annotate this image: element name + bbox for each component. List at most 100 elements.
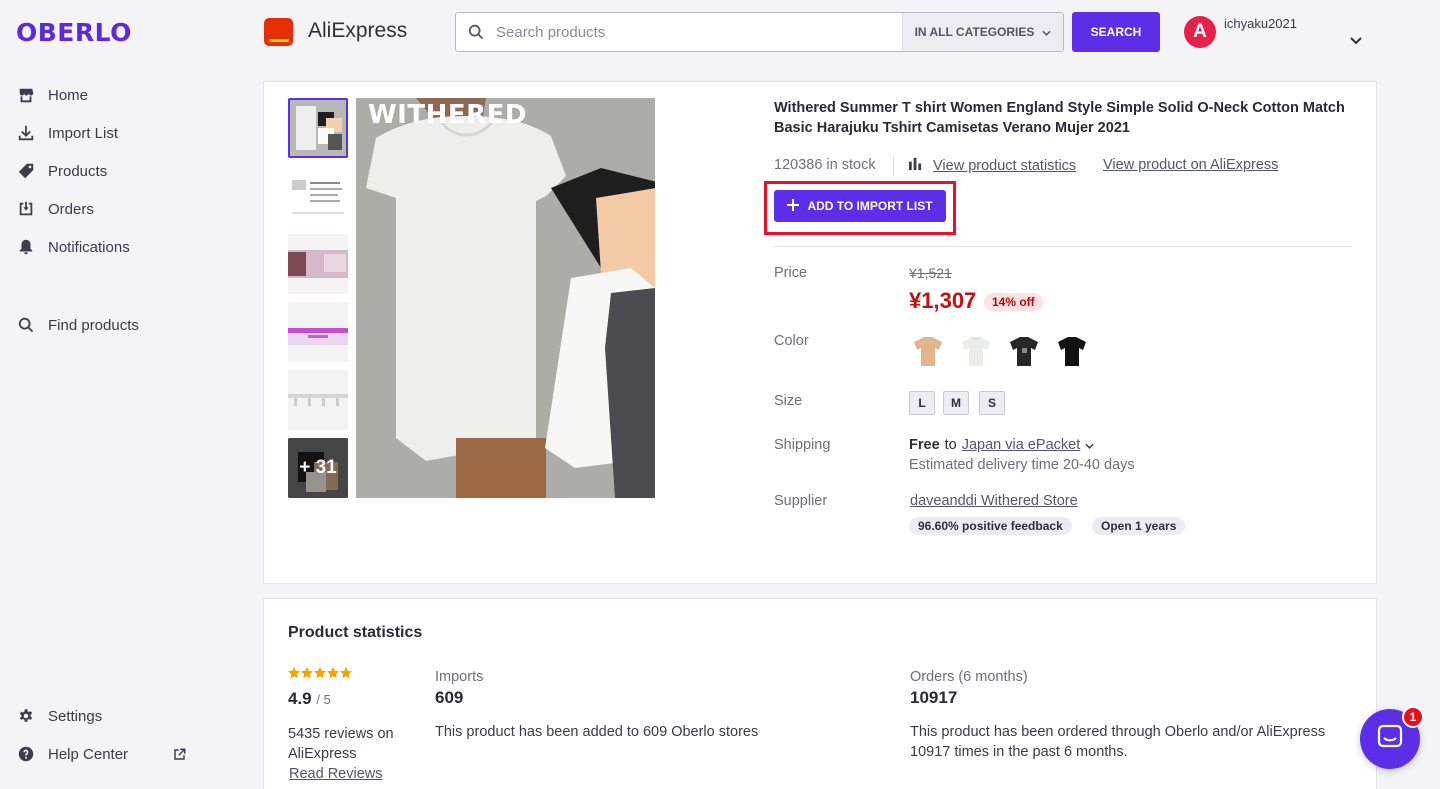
shipping-method-select[interactable]: Japan via ePacket (962, 437, 1081, 453)
original-price: ¥1,521 (909, 265, 952, 281)
orders-description: This product has been ordered through Ob… (910, 724, 1326, 760)
marketplace-name: AliExpress (308, 19, 408, 42)
sidebar-item-notifications[interactable]: Notifications (16, 235, 130, 259)
gear-icon (16, 706, 36, 726)
shipping-free: Free (909, 437, 940, 453)
sidebar-item-label: Products (48, 162, 108, 180)
read-reviews-link[interactable]: Read Reviews (289, 766, 383, 782)
oberlo-logo[interactable]: OBERLO (16, 20, 132, 45)
orders-label: Orders (6 months) (910, 669, 1028, 685)
chevron-down-icon[interactable] (1350, 32, 1362, 50)
sidebar: OBERLO Home Import List Products Orders … (0, 0, 240, 789)
bar-chart-icon (908, 156, 923, 175)
product-thumbnail[interactable] (288, 370, 348, 430)
star-icon (288, 667, 300, 679)
view-statistics-link[interactable]: View product statistics (908, 156, 1076, 175)
more-images-count: + 31 (299, 457, 337, 478)
view-on-aliexpress-link[interactable]: View product on AliExpress (1103, 157, 1278, 173)
more-images-thumbnail[interactable]: + 31 (288, 438, 348, 498)
price-label: Price (774, 265, 808, 281)
product-thumbnail[interactable] (288, 302, 348, 362)
sidebar-item-products[interactable]: Products (16, 159, 107, 183)
size-option-s[interactable]: S (979, 391, 1005, 415)
sale-price: ¥1,307 (909, 288, 977, 313)
sidebar-item-home[interactable]: Home (16, 83, 88, 107)
view-statistics-text[interactable]: View product statistics (933, 158, 1076, 174)
image-watermark: WITHERED (368, 100, 527, 130)
chevron-down-icon (1042, 25, 1051, 39)
bell-icon (16, 237, 36, 257)
orders-value: 10917 (910, 688, 958, 707)
feedback-badge: 96.60% positive feedback (909, 517, 1072, 535)
star-icon (301, 667, 313, 679)
tag-icon (16, 161, 36, 181)
plus-icon (787, 198, 800, 214)
color-swatch-white[interactable] (956, 330, 996, 370)
size-option-l[interactable]: L (909, 391, 935, 415)
download-icon (16, 123, 36, 143)
supplier-link[interactable]: daveanddi Withered Store (910, 493, 1078, 509)
search-icon (456, 13, 496, 51)
star-icon (314, 667, 326, 679)
discount-badge: 14% off (984, 293, 1043, 311)
review-count: 5435 reviews on AliExpress (288, 726, 394, 762)
search-icon (16, 315, 36, 335)
star-rating (288, 667, 352, 679)
delivery-estimate: Estimated delivery time 20-40 days (909, 457, 1135, 473)
divider (774, 246, 1352, 247)
shipping-label: Shipping (774, 437, 831, 453)
sidebar-item-settings[interactable]: Settings (16, 704, 102, 728)
product-thumbnail[interactable] (288, 166, 348, 226)
star-icon (340, 667, 352, 679)
product-title: Withered Summer T shirt Women England St… (774, 100, 1345, 136)
color-swatch-beige[interactable] (908, 330, 948, 370)
sidebar-item-label: Notifications (48, 238, 130, 256)
category-select-value: IN ALL CATEGORIES (914, 25, 1035, 39)
rating-value: 4.9 / 5 (288, 689, 331, 709)
search-bar: IN ALL CATEGORIES (455, 12, 1064, 52)
add-button-label: ADD TO IMPORT LIST (807, 199, 933, 213)
sidebar-item-orders[interactable]: Orders (16, 197, 94, 221)
sidebar-item-label: Settings (48, 707, 103, 725)
search-button[interactable]: SEARCH (1072, 12, 1160, 52)
color-swatch-black-print[interactable] (1004, 330, 1044, 370)
username[interactable]: ichyaku2021 (1224, 16, 1297, 31)
search-input[interactable] (496, 13, 902, 51)
avatar[interactable]: A (1184, 16, 1216, 48)
statistics-title: Product statistics (288, 624, 423, 641)
product-thumbnail[interactable] (288, 234, 348, 294)
help-icon (16, 744, 36, 764)
sidebar-item-help-center[interactable]: Help Center (16, 742, 187, 766)
product-thumbnail[interactable] (288, 98, 348, 158)
notification-badge: 1 (1402, 706, 1424, 728)
star-icon (327, 667, 339, 679)
stock-count: 120386 in stock (774, 157, 876, 173)
shipping-to: to (944, 437, 957, 453)
store-age-badge: Open 1 years (1092, 517, 1186, 535)
color-swatch-black[interactable] (1052, 330, 1092, 370)
sidebar-item-find-products[interactable]: Find products (16, 313, 139, 337)
category-select[interactable]: IN ALL CATEGORIES (902, 13, 1063, 51)
chevron-down-icon[interactable] (1085, 437, 1094, 453)
imports-label: Imports (435, 669, 484, 685)
inbox-download-icon (16, 199, 36, 219)
sidebar-item-label: Help Center (48, 745, 129, 763)
sidebar-item-import-list[interactable]: Import List (16, 121, 118, 145)
size-label: Size (774, 393, 803, 409)
imports-description: This product has been added to 609 Oberl… (435, 724, 759, 740)
color-label: Color (774, 333, 809, 349)
sidebar-item-label: Orders (48, 200, 94, 218)
chat-icon (1376, 723, 1404, 756)
external-link-icon (172, 747, 187, 762)
size-option-m[interactable]: M (943, 391, 969, 415)
add-to-import-list-button[interactable]: ADD TO IMPORT LIST (774, 190, 946, 222)
imports-value: 609 (435, 688, 464, 707)
sidebar-item-label: Find products (48, 316, 139, 334)
shipping-info: Free to Japan via ePacket (909, 437, 1094, 453)
supplier-label: Supplier (774, 493, 828, 509)
product-main-image[interactable] (356, 98, 655, 498)
divider (893, 156, 894, 176)
sidebar-item-label: Home (48, 86, 89, 104)
store-icon (16, 85, 36, 105)
rating-score: 4.9 (288, 689, 312, 708)
